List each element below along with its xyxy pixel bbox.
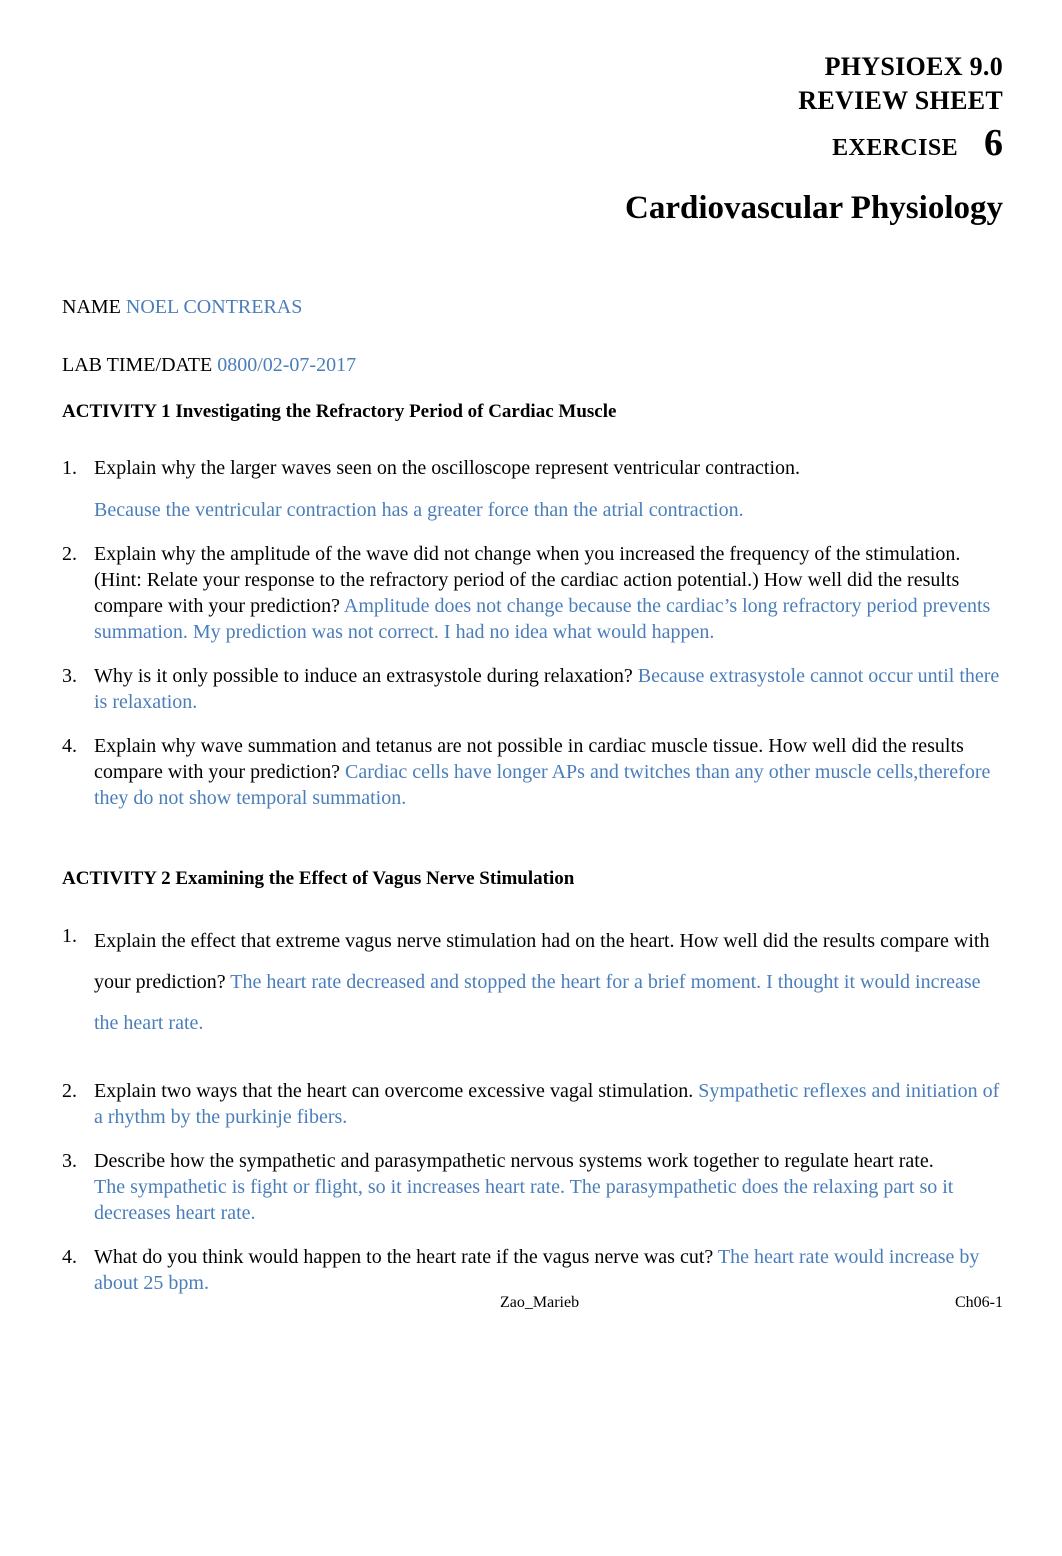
- name-label: NAME: [62, 296, 126, 318]
- question-number: 4.: [62, 1246, 77, 1268]
- header-line-review-sheet: REVIEW SHEET: [798, 86, 1003, 115]
- question-item: 2. Explain two ways that the heart can o…: [62, 1078, 1003, 1130]
- question-item: 3. Describe how the sympathetic and para…: [62, 1148, 1003, 1226]
- question-number: 3.: [62, 665, 77, 687]
- question-prompt: Why is it only possible to induce an ext…: [94, 665, 638, 687]
- activity-1-heading: ACTIVITY 1 Investigating the Refractory …: [62, 401, 617, 422]
- question-prompt: What do you think would happen to the he…: [94, 1246, 718, 1268]
- page-title: Cardiovascular Physiology: [624, 190, 1003, 226]
- student-answer[interactable]: Because the ventricular contraction has …: [94, 497, 1003, 523]
- footer-page-label: Ch06-1: [955, 1294, 1003, 1311]
- question-number: 4.: [62, 735, 77, 757]
- question-item: 4. What do you think would happen to the…: [62, 1244, 1003, 1296]
- page-footer: Zao_Marieb Ch06-1: [62, 1292, 1003, 1314]
- document-page: PHYSIOEX 9.0 REVIEW SHEET EXERCISE 6 Card…: [0, 0, 1062, 1556]
- lab-time-date-value[interactable]: 0800/02-07-2017: [217, 354, 356, 376]
- name-value[interactable]: NOEL CONTRERAS: [126, 296, 302, 318]
- question-number: 2.: [62, 1080, 77, 1102]
- student-answer[interactable]: The sympathetic is fight or flight, so i…: [94, 1174, 1003, 1226]
- question-item: 3. Why is it only possible to induce an …: [62, 663, 1003, 715]
- question-prompt: Explain two ways that the heart can over…: [94, 1080, 699, 1102]
- question-number: 1.: [62, 457, 77, 479]
- question-item: 4. Explain why wave summation and tetanu…: [62, 733, 1003, 811]
- name-field-row: NAME NOEL CONTRERAS: [62, 294, 1003, 320]
- question-number: 1.: [62, 925, 77, 947]
- header-exercise-line: EXERCISE 6: [62, 122, 1003, 172]
- question-number: 2.: [62, 543, 77, 565]
- exercise-number: 6: [984, 122, 1003, 164]
- lab-time-date-row: LAB TIME/DATE 0800/02-07-2017: [62, 352, 1003, 378]
- header-line-physioex: PHYSIOEX 9.0: [824, 52, 1003, 81]
- lab-time-date-label: LAB TIME/DATE: [62, 354, 218, 376]
- question-item: 2. Explain why the amplitude of the wave…: [62, 541, 1003, 645]
- question-prompt: Explain why the larger waves seen on the…: [94, 457, 801, 479]
- activity-2-heading: ACTIVITY 2 Examining the Effect of Vagus…: [62, 868, 575, 889]
- question-prompt: Describe how the sympathetic and parasym…: [94, 1150, 934, 1172]
- question-item: 1. Explain the effect that extreme vagus…: [62, 921, 1003, 1044]
- question-number: 3.: [62, 1150, 77, 1172]
- document-header: PHYSIOEX 9.0 REVIEW SHEET EXERCISE 6 Card…: [62, 50, 1003, 230]
- activity-2-question-list: 1. Explain the effect that extreme vagus…: [62, 921, 1003, 1314]
- activity-1-question-list: 1. Explain why the larger waves seen on …: [62, 455, 1003, 829]
- exercise-label: EXERCISE: [832, 135, 958, 161]
- question-item: 1. Explain why the larger waves seen on …: [62, 455, 1003, 523]
- footer-source-label: Zao_Marieb: [500, 1294, 580, 1311]
